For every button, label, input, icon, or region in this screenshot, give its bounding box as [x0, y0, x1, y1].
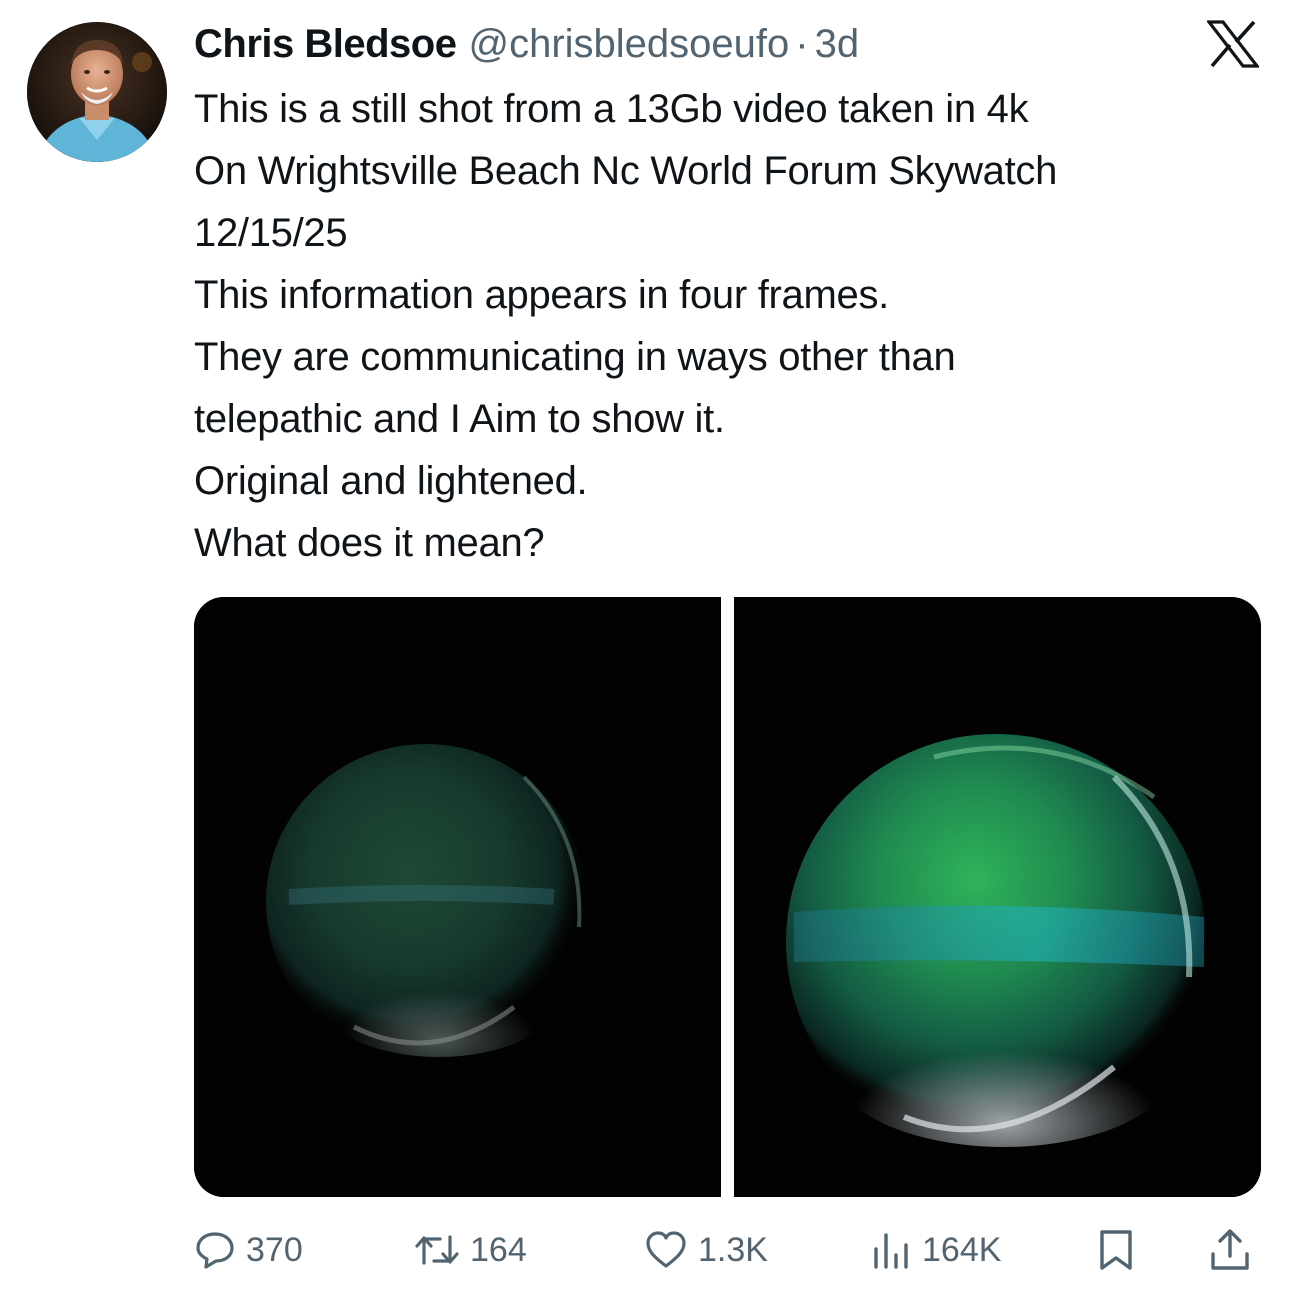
reply-button[interactable]: 370	[194, 1222, 303, 1278]
post-timestamp[interactable]: 3d	[815, 22, 860, 67]
repost-count: 164	[470, 1230, 527, 1269]
repost-button[interactable]: 164	[414, 1222, 527, 1278]
like-count: 1.3K	[698, 1230, 768, 1269]
tweet-text-line: What does it mean?	[194, 521, 545, 565]
tweet-text-line: Original and lightened.	[194, 459, 588, 503]
tweet-actions: 370 164 1.3K 164K	[194, 1222, 1264, 1278]
media-image-original[interactable]	[194, 597, 721, 1197]
views-count: 164K	[922, 1230, 1002, 1269]
tweet-text: This is a still shot from a 13Gb video t…	[194, 78, 1274, 574]
tweet-text-line: They are communicating in ways other tha…	[194, 335, 956, 379]
author-handle[interactable]: @chrisbledsoeufo	[468, 22, 789, 67]
reply-count: 370	[246, 1230, 303, 1269]
reply-icon	[194, 1229, 236, 1271]
tweet-text-line: On Wrightsville Beach Nc World Forum Sky…	[194, 149, 1058, 193]
views-icon	[870, 1229, 912, 1271]
bookmark-button[interactable]	[1096, 1222, 1136, 1278]
media-grid	[194, 597, 1261, 1197]
glowing-orb-image	[734, 597, 1261, 1197]
separator-dot: ·	[795, 21, 809, 66]
share-icon	[1208, 1228, 1252, 1272]
bookmark-icon	[1096, 1228, 1136, 1272]
x-logo-icon[interactable]	[1205, 20, 1261, 68]
views-button[interactable]: 164K	[870, 1222, 1001, 1278]
like-icon	[644, 1229, 688, 1271]
tweet-text-line: 12/15/25	[194, 211, 348, 255]
tweet-header: Chris Bledsoe @chrisbledsoeufo · 3d	[194, 18, 859, 70]
like-button[interactable]: 1.3K	[644, 1222, 768, 1278]
tweet-text-line: This is a still shot from a 13Gb video t…	[194, 87, 1029, 131]
glowing-orb-image	[194, 597, 721, 1197]
author-display-name[interactable]: Chris Bledsoe	[194, 22, 457, 67]
repost-icon	[414, 1229, 460, 1271]
share-button[interactable]	[1208, 1222, 1252, 1278]
tweet-text-line: telepathic and I Aim to show it.	[194, 397, 725, 441]
avatar[interactable]	[27, 22, 167, 162]
tweet-text-line: This information appears in four frames.	[194, 273, 889, 317]
media-image-lightened[interactable]	[734, 597, 1261, 1197]
